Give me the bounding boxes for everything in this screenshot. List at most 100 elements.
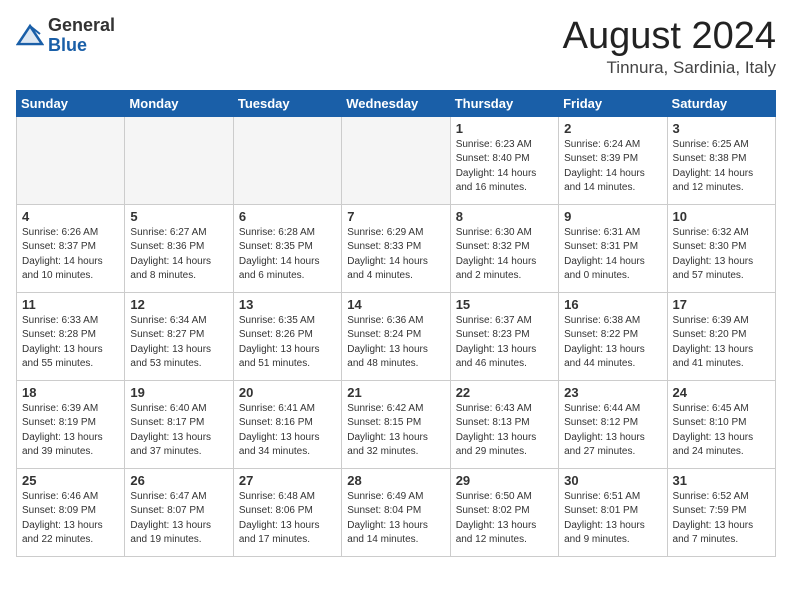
day-info: Sunrise: 6:25 AM Sunset: 8:38 PM Dayligh…	[673, 138, 770, 196]
day-info: Sunrise: 6:42 AM Sunset: 8:15 PM Dayligh…	[347, 402, 444, 460]
weekday-header: Tuesday	[233, 90, 341, 116]
calendar-day-cell: 4 Sunrise: 6:26 AM Sunset: 8:37 PM Daylig…	[17, 204, 125, 292]
day-number: 13	[239, 297, 336, 312]
day-info: Sunrise: 6:41 AM Sunset: 8:16 PM Dayligh…	[239, 402, 336, 460]
calendar-week-row: 18Sunrise: 6:39 AM Sunset: 8:19 PM Dayli…	[17, 380, 776, 468]
day-info: Sunrise: 6:30 AM Sunset: 8:32 PM Dayligh…	[456, 226, 553, 284]
weekday-header: Thursday	[450, 90, 558, 116]
day-number: 26	[130, 473, 227, 488]
calendar-day-cell: 14 Sunrise: 6:36 AM Sunset: 8:24 PM Dayli…	[342, 292, 450, 380]
calendar-day-cell: 28 Sunrise: 6:49 AM Sunset: 8:04 PM Dayli…	[342, 468, 450, 556]
day-number: 10	[673, 209, 770, 224]
calendar-day-cell: 21 Sunrise: 6:42 AM Sunset: 8:15 PM Dayli…	[342, 380, 450, 468]
day-number: 14	[347, 297, 444, 312]
calendar-day-cell: 22Sunrise: 6:43 AM Sunset: 8:13 PM Dayli…	[450, 380, 558, 468]
weekday-header: Sunday	[17, 90, 125, 116]
day-info: Sunrise: 6:33 AM Sunset: 8:28 PM Dayligh…	[22, 314, 119, 372]
day-info: Sunrise: 6:24 AM Sunset: 8:39 PM Dayligh…	[564, 138, 661, 196]
day-number: 12	[130, 297, 227, 312]
day-info: Sunrise: 6:43 AM Sunset: 8:13 PM Dayligh…	[456, 402, 553, 460]
day-info: Sunrise: 6:37 AM Sunset: 8:23 PM Dayligh…	[456, 314, 553, 372]
calendar-day-cell: 13 Sunrise: 6:35 AM Sunset: 8:26 PM Dayli…	[233, 292, 341, 380]
day-number: 6	[239, 209, 336, 224]
day-info: Sunrise: 6:36 AM Sunset: 8:24 PM Dayligh…	[347, 314, 444, 372]
day-info: Sunrise: 6:26 AM Sunset: 8:37 PM Dayligh…	[22, 226, 119, 284]
calendar-day-cell: 27Sunrise: 6:48 AM Sunset: 8:06 PM Dayli…	[233, 468, 341, 556]
calendar-day-cell: 2Sunrise: 6:24 AM Sunset: 8:39 PM Daylig…	[559, 116, 667, 204]
calendar-week-row: 25 Sunrise: 6:46 AM Sunset: 8:09 PM Dayli…	[17, 468, 776, 556]
calendar-day-cell: 30 Sunrise: 6:51 AM Sunset: 8:01 PM Dayli…	[559, 468, 667, 556]
calendar-day-cell: 16Sunrise: 6:38 AM Sunset: 8:22 PM Dayli…	[559, 292, 667, 380]
day-info: Sunrise: 6:23 AM Sunset: 8:40 PM Dayligh…	[456, 138, 553, 196]
day-number: 4	[22, 209, 119, 224]
calendar-day-cell	[125, 116, 233, 204]
day-info: Sunrise: 6:39 AM Sunset: 8:19 PM Dayligh…	[22, 402, 119, 460]
day-info: Sunrise: 6:34 AM Sunset: 8:27 PM Dayligh…	[130, 314, 227, 372]
calendar-day-cell: 26 Sunrise: 6:47 AM Sunset: 8:07 PM Dayli…	[125, 468, 233, 556]
calendar-day-cell: 19 Sunrise: 6:40 AM Sunset: 8:17 PM Dayli…	[125, 380, 233, 468]
day-number: 20	[239, 385, 336, 400]
day-info: Sunrise: 6:46 AM Sunset: 8:09 PM Dayligh…	[22, 490, 119, 548]
day-info: Sunrise: 6:49 AM Sunset: 8:04 PM Dayligh…	[347, 490, 444, 548]
day-number: 28	[347, 473, 444, 488]
day-number: 8	[456, 209, 553, 224]
day-number: 5	[130, 209, 227, 224]
day-number: 30	[564, 473, 661, 488]
calendar-day-cell: 7 Sunrise: 6:29 AM Sunset: 8:33 PM Daylig…	[342, 204, 450, 292]
day-info: Sunrise: 6:27 AM Sunset: 8:36 PM Dayligh…	[130, 226, 227, 284]
day-number: 19	[130, 385, 227, 400]
day-info: Sunrise: 6:38 AM Sunset: 8:22 PM Dayligh…	[564, 314, 661, 372]
location-title: Tinnura, Sardinia, Italy	[563, 58, 776, 78]
calendar-day-cell: 23Sunrise: 6:44 AM Sunset: 8:12 PM Dayli…	[559, 380, 667, 468]
day-info: Sunrise: 6:40 AM Sunset: 8:17 PM Dayligh…	[130, 402, 227, 460]
calendar-day-cell	[342, 116, 450, 204]
calendar-day-cell	[17, 116, 125, 204]
calendar-body: 1Sunrise: 6:23 AM Sunset: 8:40 PM Daylig…	[17, 116, 776, 556]
weekday-header: Friday	[559, 90, 667, 116]
day-number: 3	[673, 121, 770, 136]
calendar-day-cell: 20 Sunrise: 6:41 AM Sunset: 8:16 PM Dayli…	[233, 380, 341, 468]
calendar-week-row: 1Sunrise: 6:23 AM Sunset: 8:40 PM Daylig…	[17, 116, 776, 204]
day-info: Sunrise: 6:51 AM Sunset: 8:01 PM Dayligh…	[564, 490, 661, 548]
calendar-day-cell: 1Sunrise: 6:23 AM Sunset: 8:40 PM Daylig…	[450, 116, 558, 204]
day-number: 24	[673, 385, 770, 400]
calendar-day-cell: 24 Sunrise: 6:45 AM Sunset: 8:10 PM Dayli…	[667, 380, 775, 468]
weekday-row: SundayMondayTuesdayWednesdayThursdayFrid…	[17, 90, 776, 116]
day-info: Sunrise: 6:45 AM Sunset: 8:10 PM Dayligh…	[673, 402, 770, 460]
day-number: 11	[22, 297, 119, 312]
day-info: Sunrise: 6:52 AM Sunset: 7:59 PM Dayligh…	[673, 490, 770, 548]
day-number: 21	[347, 385, 444, 400]
logo-icon	[16, 22, 44, 50]
calendar-header: SundayMondayTuesdayWednesdayThursdayFrid…	[17, 90, 776, 116]
day-info: Sunrise: 6:47 AM Sunset: 8:07 PM Dayligh…	[130, 490, 227, 548]
calendar-day-cell	[233, 116, 341, 204]
day-info: Sunrise: 6:50 AM Sunset: 8:02 PM Dayligh…	[456, 490, 553, 548]
calendar-day-cell: 8 Sunrise: 6:30 AM Sunset: 8:32 PM Daylig…	[450, 204, 558, 292]
calendar-day-cell: 15 Sunrise: 6:37 AM Sunset: 8:23 PM Dayli…	[450, 292, 558, 380]
calendar-day-cell: 11 Sunrise: 6:33 AM Sunset: 8:28 PM Dayli…	[17, 292, 125, 380]
calendar-day-cell: 6Sunrise: 6:28 AM Sunset: 8:35 PM Daylig…	[233, 204, 341, 292]
logo-general: General	[48, 16, 115, 36]
calendar-day-cell: 29 Sunrise: 6:50 AM Sunset: 8:02 PM Dayli…	[450, 468, 558, 556]
day-info: Sunrise: 6:32 AM Sunset: 8:30 PM Dayligh…	[673, 226, 770, 284]
day-number: 7	[347, 209, 444, 224]
day-number: 31	[673, 473, 770, 488]
day-number: 29	[456, 473, 553, 488]
calendar-day-cell: 17Sunrise: 6:39 AM Sunset: 8:20 PM Dayli…	[667, 292, 775, 380]
day-info: Sunrise: 6:31 AM Sunset: 8:31 PM Dayligh…	[564, 226, 661, 284]
calendar-week-row: 11 Sunrise: 6:33 AM Sunset: 8:28 PM Dayli…	[17, 292, 776, 380]
logo-blue: Blue	[48, 36, 115, 56]
month-title: August 2024	[563, 16, 776, 58]
calendar-day-cell: 5 Sunrise: 6:27 AM Sunset: 8:36 PM Daylig…	[125, 204, 233, 292]
calendar-day-cell: 10 Sunrise: 6:32 AM Sunset: 8:30 PM Dayli…	[667, 204, 775, 292]
day-info: Sunrise: 6:48 AM Sunset: 8:06 PM Dayligh…	[239, 490, 336, 548]
weekday-header: Wednesday	[342, 90, 450, 116]
day-info: Sunrise: 6:29 AM Sunset: 8:33 PM Dayligh…	[347, 226, 444, 284]
page-header: General Blue August 2024 Tinnura, Sardin…	[16, 16, 776, 78]
weekday-header: Monday	[125, 90, 233, 116]
day-number: 15	[456, 297, 553, 312]
logo: General Blue	[16, 16, 115, 56]
day-info: Sunrise: 6:35 AM Sunset: 8:26 PM Dayligh…	[239, 314, 336, 372]
calendar-day-cell: 3 Sunrise: 6:25 AM Sunset: 8:38 PM Daylig…	[667, 116, 775, 204]
day-number: 25	[22, 473, 119, 488]
